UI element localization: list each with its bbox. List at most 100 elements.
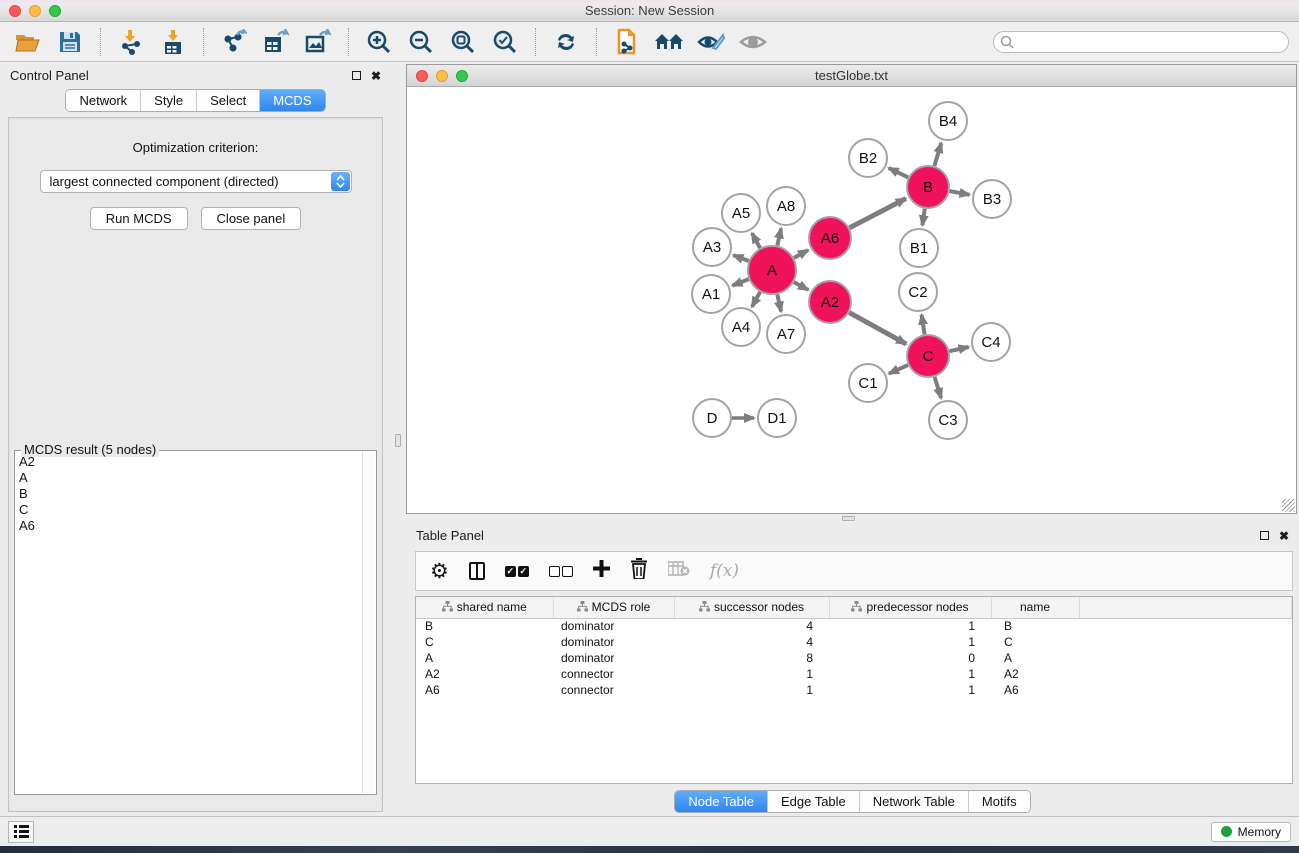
result-scrollbar[interactable]	[362, 452, 375, 793]
table-row[interactable]: Bdominator41B	[416, 618, 1292, 634]
function-builder-icon[interactable]: f(x)	[710, 561, 739, 581]
delete-table-icon[interactable]	[668, 561, 690, 582]
column-header[interactable]: successor nodes	[674, 597, 829, 618]
tab-network[interactable]: Network	[66, 90, 140, 111]
show-birdseye-view-button[interactable]	[735, 26, 771, 58]
zoom-in-button[interactable]	[361, 26, 397, 58]
table-cell[interactable]: B	[416, 618, 553, 634]
zoom-selected-button[interactable]	[487, 26, 523, 58]
table-cell[interactable]: dominator	[553, 618, 674, 634]
tab-select[interactable]: Select	[196, 90, 259, 111]
network-close-button[interactable]	[416, 70, 428, 82]
optimization-criterion-select[interactable]: largest connected component (directed)	[40, 170, 352, 193]
table-cell[interactable]: A2	[991, 666, 1079, 682]
table-cell[interactable]: A	[991, 650, 1079, 666]
table-cell[interactable]: 1	[829, 618, 991, 634]
table-cell[interactable]: A6	[416, 682, 553, 698]
task-history-button[interactable]	[8, 821, 34, 843]
column-header[interactable]: name	[991, 597, 1079, 618]
table-cell[interactable]: dominator	[553, 634, 674, 650]
mcds-result-list[interactable]: A2ABCA6	[16, 454, 362, 793]
result-list-item[interactable]: A	[16, 470, 362, 486]
zoom-out-button[interactable]	[403, 26, 439, 58]
close-panel-icon[interactable]: ✖	[371, 70, 381, 82]
splitter-grip[interactable]	[395, 434, 401, 447]
graph-edge[interactable]	[934, 143, 941, 166]
delete-column-icon[interactable]	[630, 558, 648, 584]
table-cell[interactable]: 0	[829, 650, 991, 666]
graph-edge[interactable]	[777, 228, 781, 245]
horizontal-splitter[interactable]	[406, 514, 1299, 522]
close-panel-icon[interactable]: ✖	[1279, 530, 1289, 542]
column-header[interactable]: predecessor nodes	[829, 597, 991, 618]
table-cell[interactable]: C	[991, 634, 1079, 650]
graph-edge[interactable]	[889, 168, 908, 177]
minimize-window-button[interactable]	[29, 5, 41, 17]
graph-edge[interactable]	[752, 292, 760, 307]
float-panel-icon[interactable]	[1260, 531, 1269, 540]
table-cell[interactable]: dominator	[553, 650, 674, 666]
close-panel-button[interactable]: Close panel	[201, 207, 302, 230]
table-row[interactable]: Cdominator41C	[416, 634, 1292, 650]
column-header[interactable]: shared name	[416, 597, 553, 618]
tab-edge-table[interactable]: Edge Table	[767, 791, 859, 812]
column-header[interactable]: MCDS role	[553, 597, 674, 618]
graph-canvas[interactable]: B4B2BB3A8A5A6A3B1AC2A1A2A4A7C4CC1DD1C3	[407, 87, 1296, 513]
graph-edge[interactable]	[922, 315, 925, 335]
table-cell[interactable]: 4	[674, 634, 829, 650]
table-cell[interactable]: 1	[674, 682, 829, 698]
window-resize-grip[interactable]	[1282, 499, 1295, 512]
search-input[interactable]	[993, 31, 1289, 53]
table-row[interactable]: Adominator80A	[416, 650, 1292, 666]
select-all-icon[interactable]: ✓✓	[505, 566, 529, 577]
run-mcds-button[interactable]: Run MCDS	[90, 207, 188, 230]
graph-edge[interactable]	[752, 233, 760, 248]
table-cell[interactable]: A	[416, 650, 553, 666]
column-settings-icon[interactable]: ⚙	[430, 561, 449, 582]
save-session-button[interactable]	[52, 26, 88, 58]
graph-edge[interactable]	[950, 191, 970, 195]
network-zoom-button[interactable]	[456, 70, 468, 82]
import-table-button[interactable]	[155, 26, 191, 58]
table-cell[interactable]: 1	[829, 666, 991, 682]
graph-edge[interactable]	[794, 282, 808, 290]
table-cell[interactable]: 1	[829, 634, 991, 650]
tab-style[interactable]: Style	[140, 90, 196, 111]
table-cell[interactable]: C	[416, 634, 553, 650]
memory-button[interactable]: Memory	[1211, 822, 1291, 842]
table-cell[interactable]: A6	[991, 682, 1079, 698]
splitter-grip[interactable]	[842, 516, 855, 521]
network-minimize-button[interactable]	[436, 70, 448, 82]
tab-network-table[interactable]: Network Table	[859, 791, 968, 812]
result-list-item[interactable]: A2	[16, 454, 362, 470]
show-columns-icon[interactable]	[469, 562, 485, 580]
new-network-from-selection-button[interactable]	[609, 26, 645, 58]
deselect-all-icon[interactable]	[549, 566, 573, 577]
graph-edge[interactable]	[850, 199, 906, 228]
export-image-button[interactable]	[300, 26, 336, 58]
table-cell[interactable]: 8	[674, 650, 829, 666]
graph-edge[interactable]	[935, 377, 942, 398]
table-cell[interactable]: B	[991, 618, 1079, 634]
export-table-button[interactable]	[258, 26, 294, 58]
table-cell[interactable]: 4	[674, 618, 829, 634]
result-list-item[interactable]: C	[16, 502, 362, 518]
table-cell[interactable]: 1	[674, 666, 829, 682]
table-row[interactable]: A2connector11A2	[416, 666, 1292, 682]
tab-mcds[interactable]: MCDS	[259, 90, 324, 111]
graph-edge[interactable]	[889, 365, 908, 374]
home-networks-button[interactable]	[651, 26, 687, 58]
graph-edge[interactable]	[849, 313, 906, 344]
export-network-button[interactable]	[216, 26, 252, 58]
zoom-fit-button[interactable]	[445, 26, 481, 58]
close-window-button[interactable]	[9, 5, 21, 17]
tab-node-table[interactable]: Node Table	[675, 791, 767, 812]
zoom-window-button[interactable]	[49, 5, 61, 17]
table-cell[interactable]: A2	[416, 666, 553, 682]
result-list-item[interactable]: B	[16, 486, 362, 502]
table-cell[interactable]: connector	[553, 682, 674, 698]
vertical-splitter[interactable]	[391, 62, 406, 816]
graph-edge[interactable]	[732, 279, 748, 285]
graph-edge[interactable]	[794, 250, 808, 258]
table-cell[interactable]: connector	[553, 666, 674, 682]
